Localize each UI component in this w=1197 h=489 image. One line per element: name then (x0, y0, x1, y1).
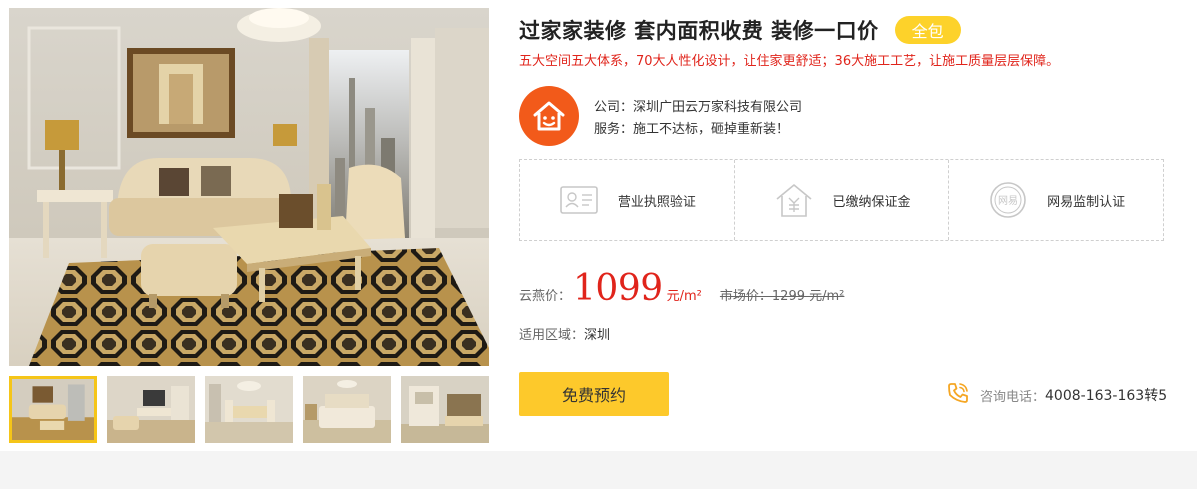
market-price: 市场价：1299 元/m² (719, 289, 845, 304)
price-value: 1099 (573, 268, 663, 309)
phone-label: 咨询电话： (980, 389, 1046, 405)
free-booking-button[interactable]: 免费预约 (519, 372, 669, 416)
phone-ring-icon (946, 381, 970, 409)
thumbnail-3[interactable] (205, 376, 293, 443)
product-title: 过家家装修 套内面积收费 装修一口价 (519, 19, 879, 43)
deposit-house-icon (773, 179, 815, 221)
cert-label: 已缴纳保证金 (832, 194, 911, 210)
footer-band (0, 451, 1197, 489)
cert-business-license: 营业执照验证 (520, 160, 735, 240)
phone-number: 4008-163-163转5 (1045, 388, 1168, 404)
product-detail-page: 过家家装修 套内面积收费 装修一口价 全包 五大空间五大体系，70大人性化设计，… (0, 0, 1197, 489)
price-row: 云燕价： 1099 元/m² 市场价：1299 元/m² (519, 268, 845, 309)
price-unit: 元/m² (666, 289, 702, 304)
title-row: 过家家装修 套内面积收费 装修一口价 全包 (519, 14, 961, 46)
company-service: 服务：施工不达标，砸掉重新装！ (594, 122, 790, 137)
cert-label: 网易监制认证 (1047, 194, 1126, 210)
license-icon (558, 179, 600, 221)
house-smile-icon (519, 86, 579, 146)
main-product-image (9, 8, 489, 366)
thumbnail-strip (9, 376, 489, 443)
thumbnail-5[interactable] (401, 376, 489, 443)
price-label: 云燕价： (519, 289, 572, 304)
certification-panel: 营业执照验证 已缴纳保证金 网易 网易监制认证 (519, 159, 1164, 241)
service-area: 适用区域：深圳 (519, 324, 610, 343)
company-name: 公司：深圳广田云万家科技有限公司 (594, 100, 803, 115)
thumbnail-1[interactable] (9, 376, 97, 443)
package-badge: 全包 (894, 16, 961, 44)
cert-label: 营业执照验证 (617, 194, 696, 210)
thumbnail-4[interactable] (303, 376, 391, 443)
consult-phone: 咨询电话： 4008-163-163转5 (946, 383, 1167, 407)
product-subtitle: 五大空间五大体系，70大人性化设计，让住家更舒适；36大施工工艺，让施工质量层层… (519, 54, 1060, 69)
netease-seal-icon: 网易 (987, 179, 1029, 221)
thumbnail-2[interactable] (107, 376, 195, 443)
area-value: 深圳 (584, 328, 611, 343)
cert-netease: 网易 网易监制认证 (949, 160, 1163, 240)
area-label: 适用区域： (519, 328, 585, 343)
svg-text:网易: 网易 (998, 195, 1018, 207)
cert-deposit: 已缴纳保证金 (735, 160, 950, 240)
